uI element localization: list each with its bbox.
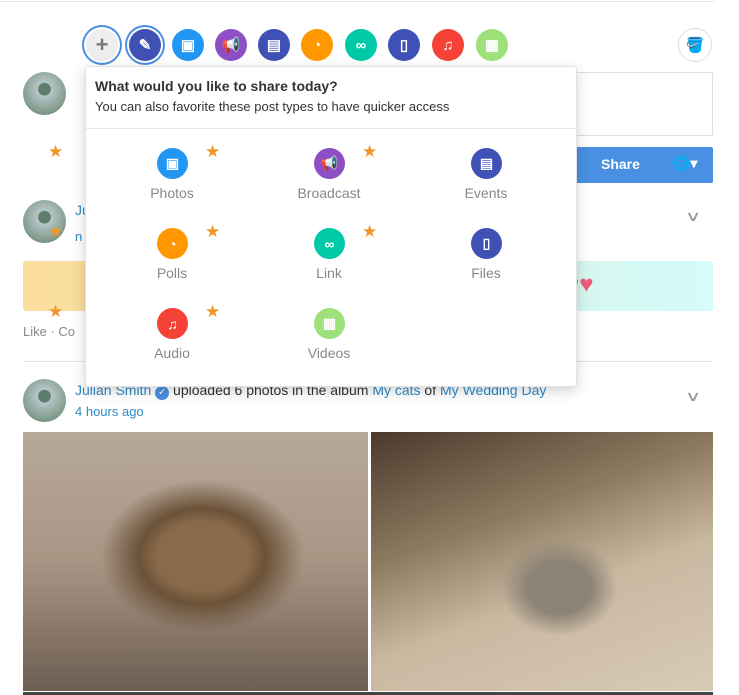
popup-title: What would you like to share today? xyxy=(95,78,338,94)
pie-chart-icon: ◔ xyxy=(312,36,322,54)
avatar xyxy=(23,72,66,115)
image-button[interactable]: ▣ xyxy=(172,29,204,61)
photo-cat-2[interactable] xyxy=(371,432,713,691)
post-type-label: Audio xyxy=(154,345,190,361)
film-icon: ▦ xyxy=(314,308,345,339)
music-icon: ♫ xyxy=(442,36,454,54)
post-time[interactable]: 4 hours ago xyxy=(75,404,144,419)
star-icon[interactable]: ★ xyxy=(205,142,220,162)
pie-chart-button[interactable]: ◔ xyxy=(301,29,333,61)
star-icon[interactable]: ★ xyxy=(48,302,63,322)
megaphone-icon: 📢 xyxy=(221,37,241,54)
pencil-button[interactable]: ✎ xyxy=(129,29,161,61)
plus-button[interactable]: + xyxy=(86,29,118,61)
star-icon[interactable]: ★ xyxy=(48,222,63,242)
chevron-down-icon[interactable]: ∨ xyxy=(685,208,701,225)
verified-icon: ✓ xyxy=(155,386,170,400)
avatar xyxy=(23,379,66,422)
post-type-videos[interactable]: ★ ▦ Videos xyxy=(205,302,399,378)
calendar-icon: ▤ xyxy=(471,148,502,179)
star-icon[interactable]: ★ xyxy=(362,222,377,242)
top-divider xyxy=(0,1,714,2)
pie-chart-icon: ◔ xyxy=(157,228,188,259)
divider xyxy=(86,128,576,129)
share-type-popup: What would you like to share today? You … xyxy=(48,66,577,387)
post-type-label: Events xyxy=(464,185,508,201)
globe-icon[interactable]: 🌐▾ xyxy=(673,155,697,172)
link-icon: ∞ xyxy=(355,36,367,54)
post-time[interactable]: n xyxy=(75,229,82,244)
post-type-audio[interactable]: ★ ♫ Audio xyxy=(48,302,242,378)
calendar-button[interactable]: ▤ xyxy=(258,29,290,61)
post-type-label: Files xyxy=(471,265,501,281)
calendar-icon: ▤ xyxy=(266,37,282,54)
star-icon[interactable]: ★ xyxy=(205,222,220,242)
post-type-polls[interactable]: ★ ◔ Polls xyxy=(48,222,242,298)
pencil-icon: ✎ xyxy=(138,37,152,54)
popup-subtitle: You can also favorite these post types t… xyxy=(95,99,450,114)
post-type-label: Broadcast xyxy=(297,185,361,201)
film-button[interactable]: ▦ xyxy=(476,29,508,61)
paint-bucket-icon: 🪣 xyxy=(685,37,705,54)
star-icon[interactable]: ★ xyxy=(362,142,377,162)
chevron-down-icon[interactable]: ∨ xyxy=(685,388,701,405)
theme-button[interactable]: 🪣 xyxy=(678,28,712,62)
link-icon: ∞ xyxy=(314,228,345,259)
image-icon: ▣ xyxy=(157,148,188,179)
share-button[interactable]: Share 🌐▾ xyxy=(560,147,713,183)
film-icon: ▦ xyxy=(484,37,500,54)
post-textarea[interactable] xyxy=(560,72,713,136)
star-icon[interactable]: ★ xyxy=(48,142,63,162)
star-icon[interactable]: ★ xyxy=(205,302,220,322)
photo-cat-1[interactable] xyxy=(23,432,368,691)
megaphone-icon: 📢 xyxy=(314,148,345,179)
post-type-label: Link xyxy=(316,265,342,281)
post-type-label: Polls xyxy=(156,265,188,281)
image-icon: ▣ xyxy=(180,37,196,54)
post-type-files[interactable]: ★ ▯ Files xyxy=(362,222,556,298)
post-type-broadcast[interactable]: ★ 📢 Broadcast xyxy=(205,142,399,218)
plus-icon: + xyxy=(95,32,109,57)
file-button[interactable]: ▯ xyxy=(388,29,420,61)
post-type-label: Videos xyxy=(307,345,351,361)
file-icon: ▯ xyxy=(399,37,409,54)
post-type-label: Photos xyxy=(150,185,194,201)
post-actions[interactable]: Like · Co xyxy=(23,324,75,339)
music-button[interactable]: ♫ xyxy=(432,29,464,61)
post-type-events[interactable]: ★ ▤ Events xyxy=(362,142,556,218)
file-icon: ▯ xyxy=(471,228,502,259)
music-icon: ♫ xyxy=(157,308,188,339)
post-type-link[interactable]: ★ ∞ Link xyxy=(205,222,399,298)
megaphone-button[interactable]: 📢 xyxy=(215,29,247,61)
post-type-photos[interactable]: ★ ▣ Photos xyxy=(48,142,242,218)
link-button[interactable]: ∞ xyxy=(345,29,377,61)
